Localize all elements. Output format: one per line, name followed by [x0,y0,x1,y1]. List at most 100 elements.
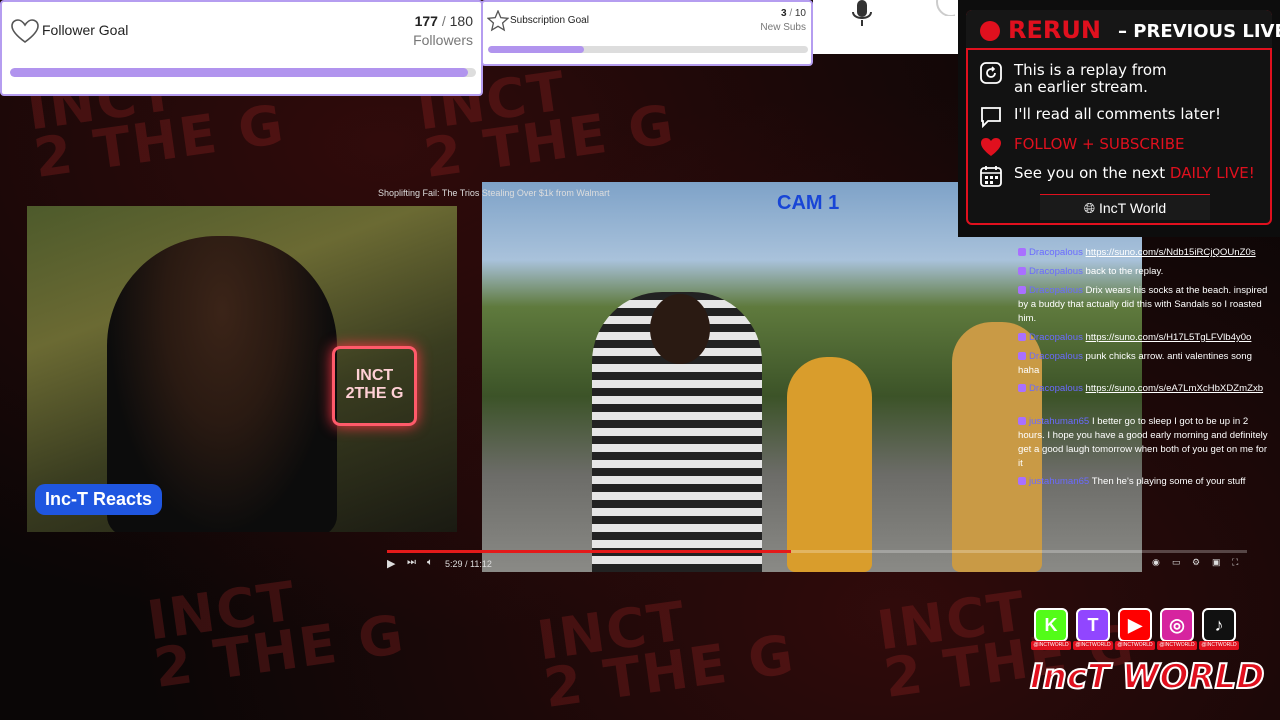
clip-camera-badge: CAM 1 [777,192,840,214]
watermark-tile: INCT 2 THE G [533,589,799,720]
star-outline-icon [487,10,509,32]
chat-username: justahuman65 [1029,476,1090,487]
rerun-line-text-1: See you on the next [1014,164,1170,182]
chat-link[interactable]: https://suno.com/s/H17L5TgLFVlb4y0o [1086,332,1252,343]
follower-goal-count: 177 / 180 [415,13,473,29]
video-player-controls: ▶ ⏭ 🔈︎ 5:29 / 11:12 ◉ ▭ ⚙ ▣ ⛶ [387,557,1247,571]
subscription-goal-target: 10 [794,8,806,19]
next-icon[interactable]: ⏭ [407,557,416,568]
watermark-tile: INCT 2 THE G [143,569,409,701]
chat-badge-icon [1018,248,1026,256]
subscription-goal-title: Subscription Goal [510,15,589,26]
tiktok-handle: @INCTWORLD [1199,641,1239,650]
settings-icon[interactable]: ⚙ [1192,557,1200,568]
rerun-line-highlight: DAILY LIVE! [1169,164,1255,182]
chat-message: Dracopalous punk chicks arrow. anti vale… [1018,350,1274,378]
follower-goal-widget: Follower Goal 177 / 180 Followers [0,0,483,96]
stream-overlay: INCT 2 THE G INCT 2 THE G INCT 2 THE G I… [0,0,1280,720]
youtube-icon[interactable]: ▶ [1118,608,1152,642]
chat-message: Dracopalous Drix wears his socks at the … [1018,284,1274,326]
top-toolbar-strip [813,0,958,54]
follower-goal-title: Follower Goal [42,22,129,38]
chat-username: Dracopalous [1029,332,1083,343]
follower-goal-unit: Followers [413,32,473,48]
instagram-handle: @INCTWORLD [1157,641,1197,650]
chat-message: Dracopalous back to the replay. [1018,265,1274,279]
microphone-icon[interactable] [851,0,873,28]
subscription-goal-count: 3 / 10 [781,8,806,19]
rerun-line-text-2: an earlier stream. [1014,78,1148,96]
chat-message: Dracopalous https://suno.com/s/Ndb15iRCj… [1018,246,1274,260]
subscription-goal-unit: New Subs [760,22,806,33]
chat-link[interactable]: https://suno.com/s/Ndb15iRCjQOUnZ0s [1086,247,1256,258]
subscription-goal-separator: / [789,8,793,19]
kick-handle: @INCTWORLD [1031,641,1071,650]
chat-badge-icon [1018,417,1026,425]
rerun-line-text: See you on the next DAILY LIVE! [1014,165,1255,182]
twitch-handle: @INCTWORLD [1073,641,1113,650]
chat-message: Dracopalous https://suno.com/s/H17L5TgLF… [1018,331,1274,345]
follower-goal-progress-fill [10,68,469,77]
heart-outline-icon [11,19,39,43]
follower-goal-target: 180 [449,13,473,29]
rerun-footer-label: IncT World [1098,200,1167,216]
partial-button-icon[interactable] [931,0,955,16]
subscription-goal-progress-fill [488,46,584,53]
subscription-goal-progress-bar [488,46,808,53]
follower-goal-current: 177 [414,13,438,29]
webcam-label: Inc-T Reacts [35,484,163,515]
globe-icon: 🌐︎ [1083,200,1096,216]
chat-username: justahuman65 [1029,416,1090,427]
rerun-line-text: I'll read all comments later! [1014,105,1221,123]
kick-icon[interactable]: K [1034,608,1068,642]
tiktok-icon[interactable]: ♪ [1202,608,1236,642]
chat-username: Dracopalous [1029,285,1083,296]
live-dot-icon [980,21,1000,41]
rerun-title: RERUN [1008,16,1101,44]
youtube-handle: @INCTWORLD [1115,641,1155,650]
chat-username: Dracopalous [1029,247,1083,258]
chat-bubble-icon [981,107,1001,128]
twitch-icon[interactable]: T [1076,608,1110,642]
chat-username: Dracopalous [1029,351,1083,362]
chat-message: justahuman65 Then he's playing some of y… [1018,475,1274,489]
rerun-line-text-1: This is a replay from [1014,61,1167,79]
chat-badge-icon [1018,352,1026,360]
chat-message: justahuman65 I better go to sleep I got … [1018,415,1274,471]
subscription-goal-widget: Subscription Goal 3 / 10 New Subs [481,0,813,66]
replay-icon [980,62,1002,84]
follower-goal-progress-bar [10,68,476,77]
chat-username: Dracopalous [1029,266,1083,277]
heart-icon [981,138,1001,156]
volume-icon[interactable]: 🔈︎ [427,557,433,568]
rerun-subtitle: – PREVIOUS LIVE [1118,21,1280,42]
instagram-icon[interactable]: ◎ [1160,608,1194,642]
captions-icon[interactable]: ▭ [1172,557,1181,568]
rerun-line-text: This is a replay from an earlier stream. [1014,62,1167,96]
calendar-icon [980,166,1002,187]
clip-title: Shoplifting Fail: The Trios Stealing Ove… [378,188,610,198]
subscription-goal-current: 3 [780,8,787,19]
chat-text: Then he's playing some of your stuff [1091,476,1246,487]
video-progress-played [387,550,792,553]
rerun-line-text: FOLLOW + SUBSCRIBE [1014,135,1185,153]
rerun-footer: 🌐︎ IncT World [1040,194,1210,220]
chat-badge-icon [1018,477,1026,485]
chat-link[interactable]: https://suno.com/s/eA7LmXcHbXDZmZxb [1086,383,1264,394]
chat-badge-icon [1018,333,1026,341]
chat-overlay: Dracopalous https://suno.com/s/Ndb15iRCj… [1018,224,1278,494]
follower-goal-separator: / [441,13,446,29]
brand-logo: IncT WORLD [1029,656,1266,698]
rerun-header: RERUN – PREVIOUS LIVE [966,10,1280,50]
play-icon[interactable]: ▶ [387,557,395,570]
chat-username: Dracopalous [1029,383,1083,394]
chat-message: Dracopalous https://suno.com/s/eA7LmXcHb… [1018,382,1274,396]
fullscreen-icon[interactable]: ⛶ [1232,557,1238,568]
clip-person-yellow [787,357,872,572]
neon-sign: INCT 2THE G [332,346,417,426]
clip-person-head [650,294,710,364]
chat-text: back to the replay. [1085,266,1164,277]
miniplayer-icon[interactable]: ▣ [1212,557,1221,568]
autoplay-toggle[interactable]: ◉ [1152,557,1160,568]
video-progress-bar[interactable] [387,550,1247,553]
